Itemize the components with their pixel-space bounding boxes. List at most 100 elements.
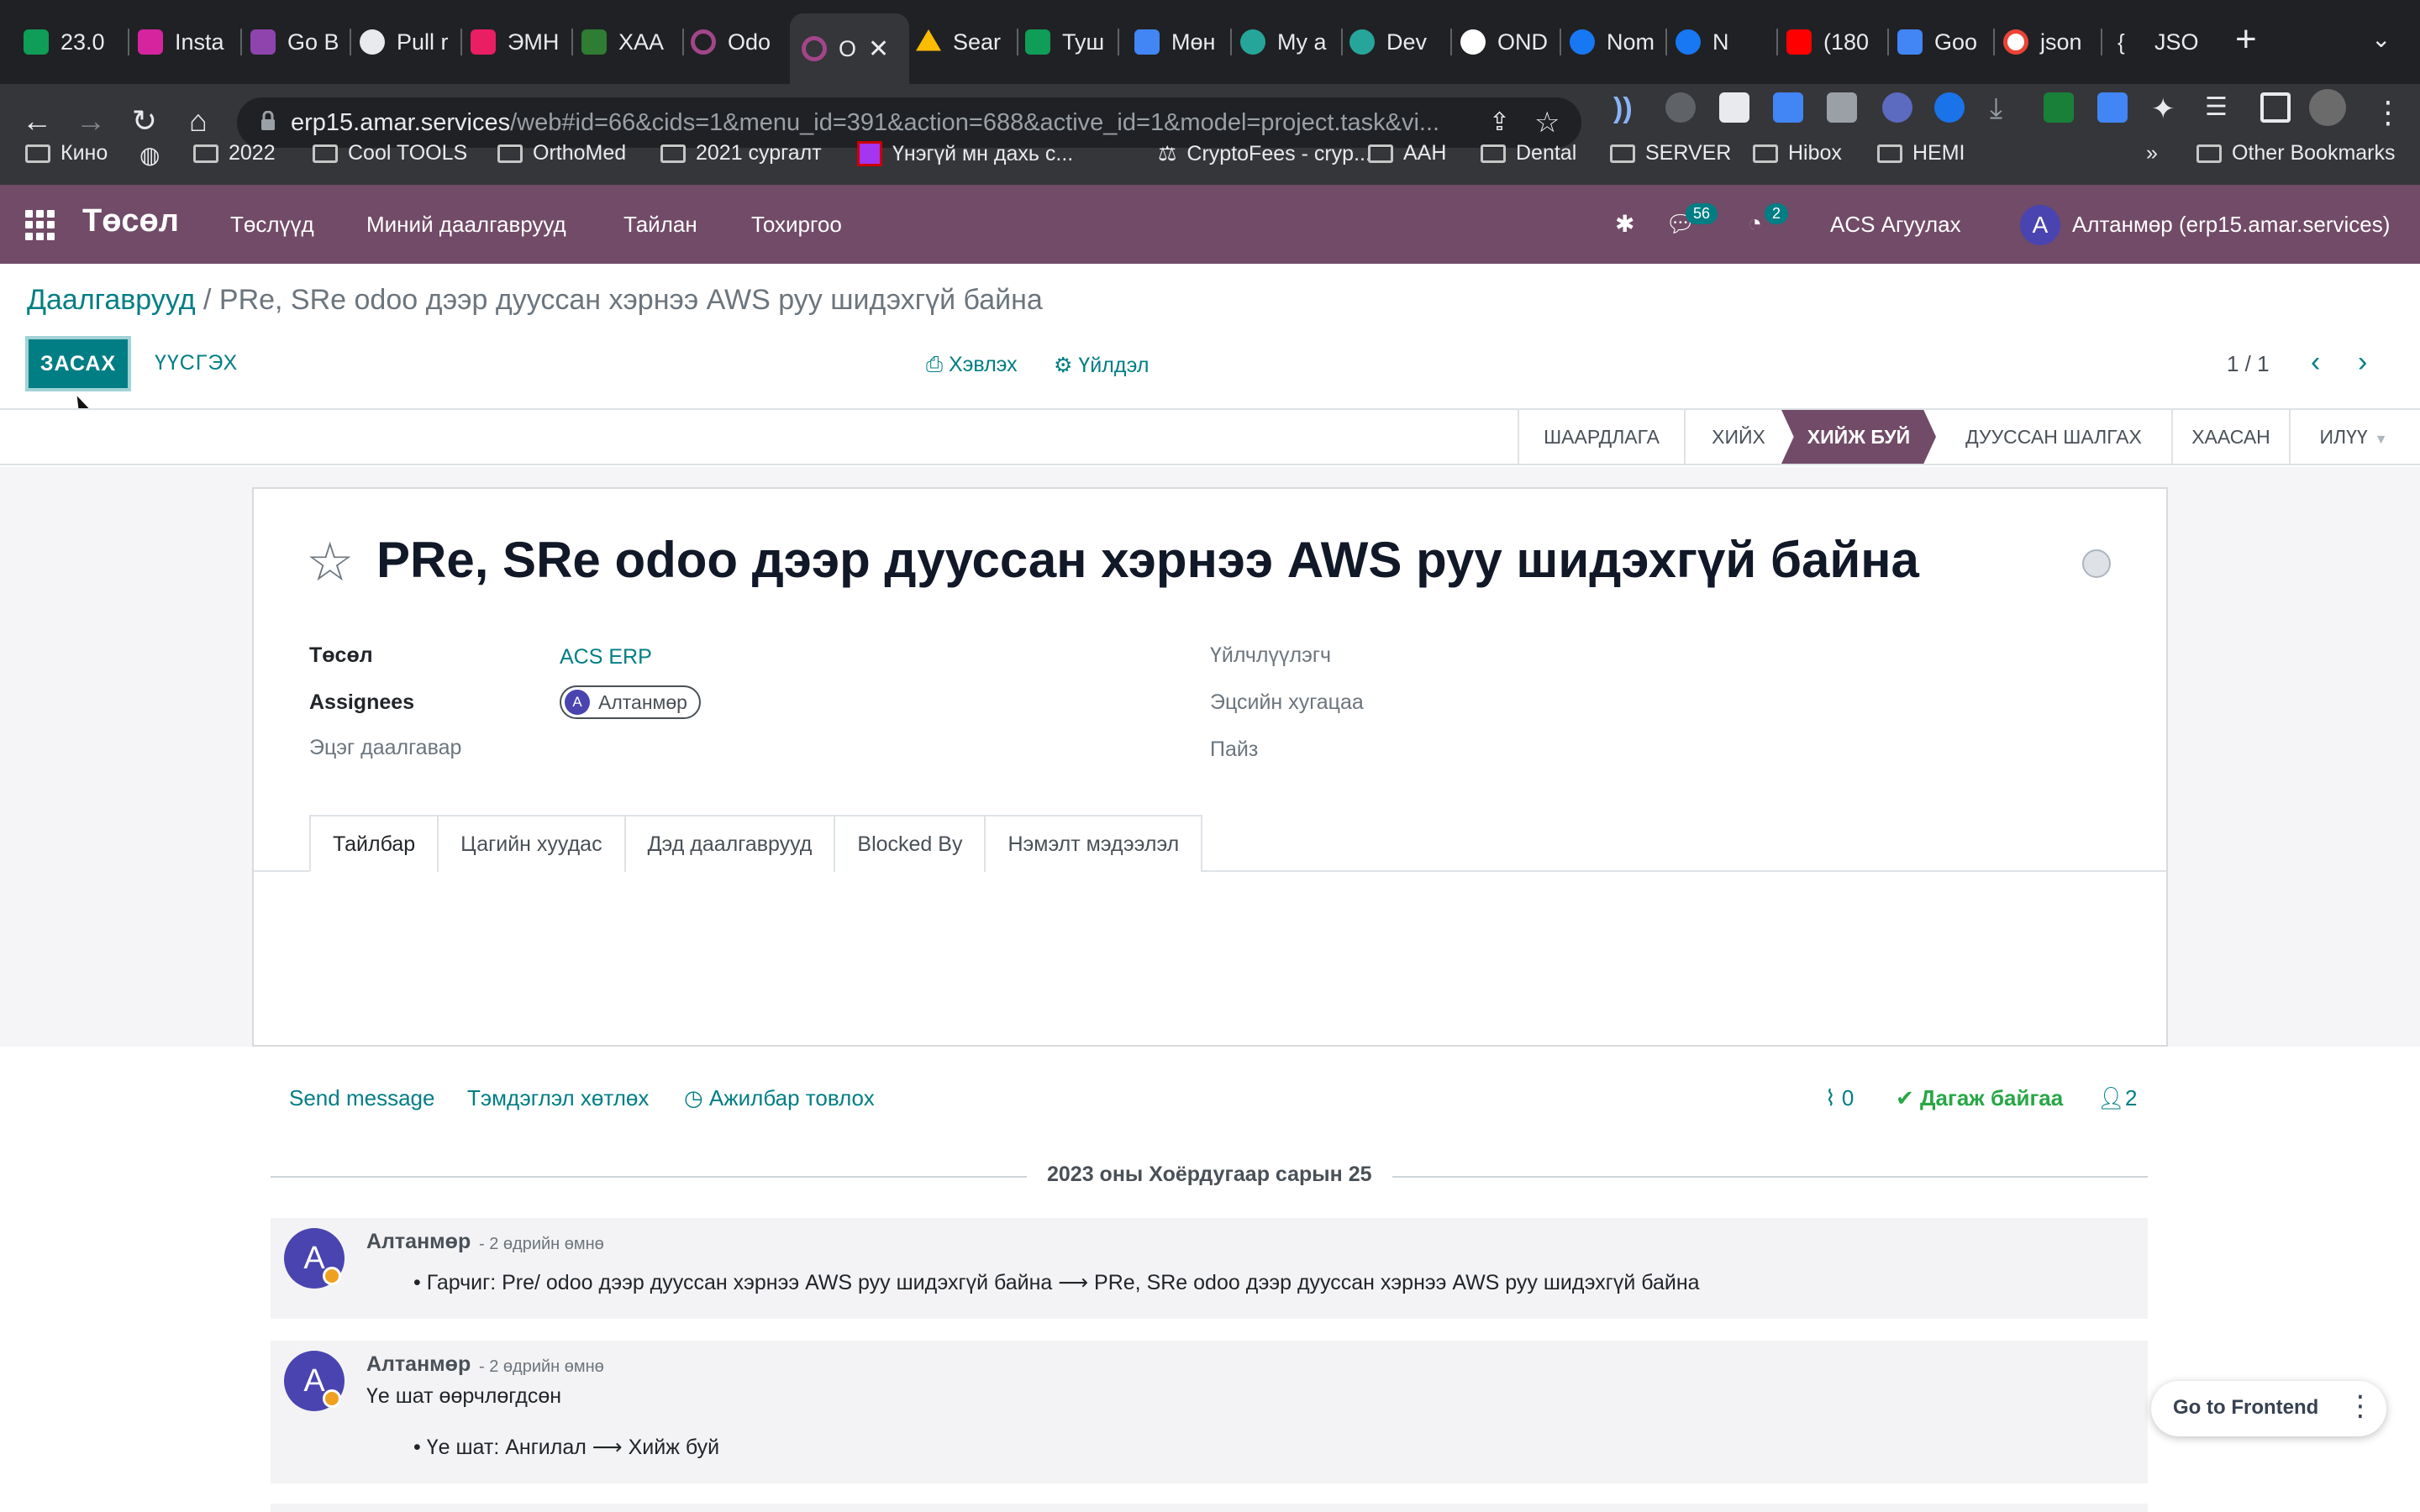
browser-tab[interactable]: Pull r [360,17,452,67]
company-switcher[interactable]: ACS Агуулах [1830,212,1961,238]
star-icon[interactable]: ☆ [306,531,354,594]
browser-tab[interactable]: My a [1240,17,1333,67]
activity-clock-icon[interactable]: ◔ [1748,210,1762,237]
tab-timesheets[interactable]: Цагийн хуудас [437,815,626,872]
menu-configuration[interactable]: Тохиргоо [751,212,842,238]
browser-tab[interactable]: Dev [1349,17,1442,67]
kebab-menu-icon[interactable]: ⋮ [2368,92,2408,133]
action-menu[interactable]: ⚙ Үйлдэл [1054,353,1149,378]
bookmark-item[interactable]: ◍ [139,141,160,169]
tab-description[interactable]: Тайлбар [309,815,439,872]
pager-next-icon[interactable]: › [2358,346,2367,379]
browser-tab[interactable]: Мөн [1134,17,1222,67]
log-note-button[interactable]: Тэмдэглэл хөтлөх [467,1085,649,1111]
browser-tab[interactable]: {JSO [2118,17,2202,67]
browser-tab[interactable]: Go B [250,17,341,67]
bug-icon[interactable]: ✱ [1615,210,1634,238]
bookmark-folder[interactable]: 2021 сургалт [660,141,822,165]
extension-icon[interactable] [2097,92,2128,123]
pager-previous-icon[interactable]: ‹ [2311,346,2320,379]
pager-value[interactable]: 1 / 1 [2227,351,2270,377]
menu-my-tasks[interactable]: Миний даалгаврууд [366,212,566,238]
download-icon[interactable]: ⤓ [1990,92,2020,124]
chevron-down-icon[interactable]: ⌄ [2371,25,2391,53]
bookmark-item[interactable]: ⚖ CryptoFees - cryp... [1158,141,1371,166]
tab-subtasks[interactable]: Дэд даалгаврууд [623,815,836,872]
bookmark-item[interactable]: Үнэгүй мн дахь с... [857,141,1073,166]
tab-extra-info[interactable]: Нэмэлт мэдээлэл [984,815,1203,872]
schedule-activity-button[interactable]: ◷ Ажилбар товлох [684,1085,875,1111]
menu-reporting[interactable]: Тайлан [623,212,697,238]
new-tab-icon[interactable]: + [2235,18,2257,60]
bookmark-folder[interactable]: SERVER [1610,141,1731,165]
profile-avatar[interactable] [2309,89,2346,126]
print-menu[interactable]: ⎙ Хэвлэх [926,353,1018,377]
message-author[interactable]: Алтанмөр [366,1230,471,1254]
browser-tab[interactable]: (180 [1786,17,1879,67]
browser-tab[interactable]: OND [1460,17,1551,67]
browser-tab[interactable]: Odo [691,17,783,67]
go-to-frontend-widget[interactable]: Go to Frontend ⋮ [2151,1381,2386,1436]
bookmarks-overflow[interactable]: » [2146,141,2158,165]
following-button[interactable]: ✔ Дагаж байгаа [1896,1085,2063,1111]
reading-list-icon[interactable]: ☰ [2205,92,2235,123]
stage-button[interactable]: ХИЙХ [1684,410,1791,464]
go-to-frontend-button[interactable]: Go to Frontend [2173,1396,2318,1420]
browser-tab[interactable]: json [2003,17,2092,67]
bookmark-folder[interactable]: OrthoMed [497,141,626,165]
app-brand[interactable]: Төсөл [82,203,179,239]
kanban-state-indicator[interactable] [2082,549,2111,578]
stage-button[interactable]: ШААРДЛАГА [1519,410,1684,464]
bookmark-folder[interactable]: Кино [25,141,108,165]
extension-icon[interactable]: )) [1613,92,1644,124]
extension-icon[interactable] [2044,92,2074,123]
tracking-value: • Үе шат: Ангилал ⟶ Хийж буй [413,1436,720,1459]
other-bookmarks-folder[interactable]: Other Bookmarks [2196,141,2396,165]
bookmark-folder[interactable]: Dental [1481,141,1576,165]
browser-tab[interactable]: 23.0 [24,17,118,67]
browser-tab[interactable]: ХАА [581,17,674,67]
bookmark-folder[interactable]: AAH [1368,141,1446,165]
project-link[interactable]: ACS ERP [560,645,652,669]
bookmark-folder[interactable]: 2022 [193,141,276,165]
puzzle-icon[interactable]: ✦ [2151,92,2181,125]
followers-button[interactable]: 👤︎2 [2097,1085,2137,1111]
extension-icon[interactable] [1882,92,1912,123]
bookmark-folder[interactable]: Cool TOOLS [313,141,467,165]
create-button[interactable]: ҮҮСГЭХ [155,351,238,375]
browser-tab[interactable]: Sear [916,17,1008,67]
message-author[interactable]: Алтанмөр [366,1352,471,1377]
translate-icon[interactable] [1773,92,1803,123]
avatar[interactable]: A [2020,205,2060,245]
stage-button-active[interactable]: ХИЙЖ БУЙ [1781,410,1936,464]
bookmark-folder[interactable]: HEMI [1877,141,1965,165]
browser-tab[interactable]: Nom [1570,17,1657,67]
browser-tab[interactable]: N [1676,17,1768,67]
qr-code-icon[interactable] [1719,92,1749,123]
assignee-tag[interactable]: A Алтанмөр [560,685,701,719]
share-icon[interactable]: ⇪ [1489,108,1510,137]
tab-blocked-by[interactable]: Blocked By [834,815,986,872]
send-message-button[interactable]: Send message [289,1085,434,1111]
breadcrumb-tasks-link[interactable]: Даалгаврууд [27,284,196,316]
browser-tab[interactable]: ЭМН [471,17,563,67]
apps-grid-icon[interactable] [25,210,55,240]
extension-icon[interactable] [1934,92,1965,123]
stage-button[interactable]: ДУУССАН ШАЛГАХ [1936,410,2171,464]
extension-icon[interactable] [1827,92,1857,123]
side-panel-icon[interactable] [2260,92,2291,123]
browser-tab[interactable]: Insta [138,17,232,67]
menu-projects[interactable]: Төслүүд [230,212,314,238]
user-menu[interactable]: Алтанмөр (erp15.amar.services) [2072,212,2390,238]
edit-button[interactable]: ЗАСАХ [25,336,131,391]
stage-button[interactable]: ХААСАН [2171,410,2289,464]
stage-more-dropdown[interactable]: ИЛҮҮ ▼ [2289,410,2417,464]
bookmark-folder[interactable]: Hibox [1753,141,1842,165]
close-icon[interactable]: ✕ [868,34,889,64]
kebab-menu-icon[interactable]: ⋮ [2346,1389,2375,1423]
browser-tab-active[interactable]: O ✕ [790,13,909,84]
attachments-button[interactable]: ⌇ 0 [1825,1085,1854,1111]
extension-icon[interactable] [1665,92,1696,123]
browser-tab[interactable]: Goo [1897,17,1985,67]
browser-tab[interactable]: Туш [1025,17,1109,67]
